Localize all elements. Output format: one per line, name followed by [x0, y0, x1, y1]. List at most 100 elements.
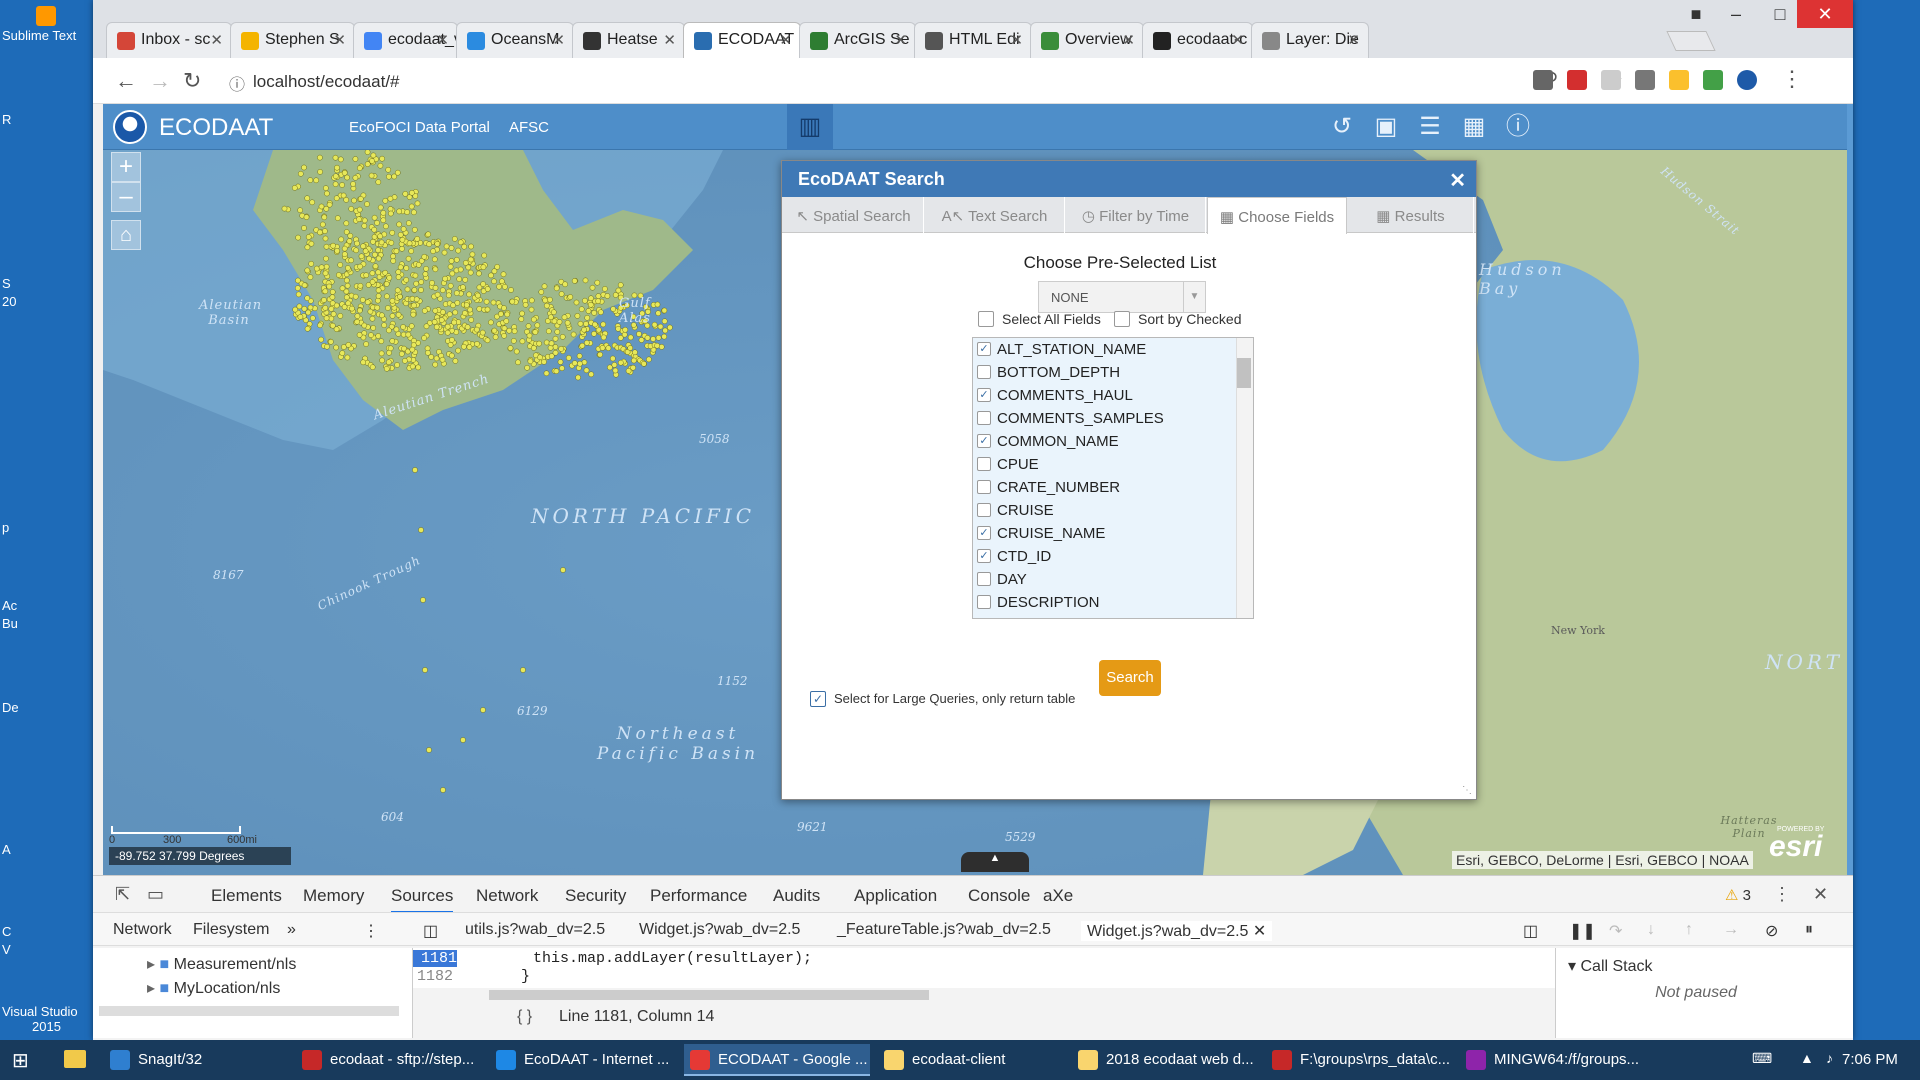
horizontal-scrollbar[interactable] [99, 1006, 399, 1016]
tab-close-icon[interactable]: ✕ [552, 31, 565, 49]
browser-tab[interactable]: ArcGIS Se ✕ [799, 22, 916, 58]
desktop-icon-p[interactable]: p [2, 520, 97, 535]
devtools-close-icon[interactable]: ✕ [1813, 884, 1828, 905]
zoom-out-button[interactable]: – [111, 182, 141, 212]
large-query-checkbox[interactable]: ✓ [810, 691, 826, 707]
file-tab[interactable]: _FeatureTable.js?wab_dv=2.5 [837, 921, 1051, 939]
reload-icon[interactable]: ↻ [183, 68, 201, 94]
tab-close-icon[interactable]: ✕ [894, 31, 907, 49]
attribute-table-toggle[interactable]: ▲ [961, 852, 1029, 872]
window-close-button[interactable]: ✕ [1797, 0, 1853, 28]
field-checkbox[interactable] [977, 595, 991, 609]
tree-item[interactable]: ▸ ■ MyLocation/nls [147, 978, 280, 998]
extension-icon[interactable] [1669, 70, 1689, 90]
devtools-tab[interactable]: Sources [391, 886, 454, 914]
browser-tab[interactable]: Heatse ✕ [572, 22, 685, 58]
layers-icon[interactable]: ☰ [1415, 112, 1445, 142]
field-list-item[interactable]: CPUE [973, 453, 1235, 476]
file-tab[interactable]: Widget.js?wab_dv=2.5 [639, 921, 800, 939]
taskbar-item[interactable]: EcoDAAT - Internet ... [490, 1044, 676, 1076]
forward-icon[interactable]: → [149, 68, 171, 94]
field-checkbox[interactable] [977, 503, 991, 517]
desktop-icon-c[interactable]: C [2, 924, 97, 939]
visual-studio-desktop-icon[interactable]: Visual Studio 2015 [2, 1004, 97, 1034]
address-bar[interactable]: ⓘ localhost/ecodaat/# ⚲ ⚲ ☆ [219, 64, 1639, 98]
field-list-item[interactable]: BOTTOM_DEPTH [973, 361, 1235, 384]
info-icon[interactable]: ⓘ [229, 71, 245, 95]
devtools-tab[interactable]: Memory [303, 886, 364, 906]
devtools-tab[interactable]: aXe [1043, 886, 1073, 906]
dialog-close-icon[interactable]: ✕ [1449, 168, 1466, 193]
tab-close-icon[interactable]: ✕ [1010, 31, 1023, 49]
browser-tab[interactable]: ecodaat_v ✕ [353, 22, 458, 58]
sort-by-checked-checkbox[interactable] [1114, 311, 1130, 327]
taskbar-item[interactable]: 2018 ecodaat web d... [1072, 1044, 1258, 1076]
close-icon[interactable]: ✕ [1253, 923, 1266, 940]
home-button[interactable]: ⌂ [111, 220, 141, 250]
field-list-item[interactable]: ✓ COMMENTS_HAUL [973, 384, 1235, 407]
extension-icon[interactable] [1635, 70, 1655, 90]
tray-arrow-icon[interactable]: ▲ [1800, 1050, 1814, 1066]
pause-icon[interactable]: ❚❚ [1569, 921, 1596, 941]
field-list-item[interactable]: ✓ CTD_ID [973, 545, 1235, 568]
more-options-icon[interactable]: ⋮ [363, 921, 379, 941]
taskbar-item[interactable]: F:\groups\rps_data\c... [1266, 1044, 1452, 1076]
field-list-item[interactable]: ✓ ALT_STATION_NAME [973, 338, 1235, 361]
field-list-item[interactable]: COMMENTS_SAMPLES [973, 407, 1235, 430]
toggle-debugger-icon[interactable]: ◫ [1523, 921, 1538, 941]
devtools-tab[interactable]: Application [854, 886, 937, 906]
url-text[interactable]: localhost/ecodaat/# [253, 72, 400, 92]
code-line[interactable]: this.map.addLayer(resultLayer); [533, 950, 812, 967]
tab-close-icon[interactable]: ✕ [210, 31, 223, 49]
desktop-icon-v[interactable]: V [2, 942, 97, 957]
field-checkbox[interactable] [977, 365, 991, 379]
browser-tab[interactable]: ECODAAT ✕ [683, 22, 801, 58]
tab-close-icon[interactable]: ✕ [779, 31, 792, 49]
sublime-text-desktop-icon[interactable]: Sublime Text [2, 6, 97, 43]
browser-tab[interactable]: ecodaat-c ✕ [1142, 22, 1253, 58]
tab-close-icon[interactable]: ✕ [1231, 31, 1244, 49]
desktop-icon-ac[interactable]: Ac [2, 598, 97, 613]
tab-close-icon[interactable]: ✕ [1347, 31, 1360, 49]
afsc-link[interactable]: AFSC [509, 119, 549, 136]
browser-tab[interactable]: HTML Edi ✕ [914, 22, 1032, 58]
taskbar-item[interactable]: SnagIt/32 [104, 1044, 290, 1076]
browser-tab[interactable]: Inbox - sc ✕ [106, 22, 232, 58]
field-checkbox[interactable] [977, 480, 991, 494]
tab-close-icon[interactable]: ✕ [663, 31, 676, 49]
select-all-checkbox[interactable] [978, 311, 994, 327]
cors-extension-icon[interactable] [1567, 70, 1587, 90]
field-checkbox[interactable] [977, 572, 991, 586]
field-checkbox[interactable]: ✓ [977, 549, 991, 563]
field-list[interactable]: ✓ ALT_STATION_NAME BOTTOM_DEPTH ✓ COMMENTS_H… [972, 337, 1254, 619]
nav-tab-network[interactable]: Network [113, 921, 172, 939]
browser-tab[interactable]: OceansM ✕ [456, 22, 574, 58]
pause-exceptions-icon[interactable]: ⏸ [1805, 921, 1813, 939]
menu-icon[interactable]: ⋮ [1781, 66, 1803, 92]
pretty-print-icon[interactable]: { } [517, 1008, 532, 1026]
browser-tab[interactable]: Layer: Die ✕ [1251, 22, 1369, 58]
field-list-item[interactable]: CRUISE [973, 499, 1235, 522]
call-stack-header[interactable]: ▾ Call Stack [1568, 956, 1653, 976]
extension-icon[interactable] [1703, 70, 1723, 90]
extension-icon[interactable] [1737, 70, 1757, 90]
tab-filter-by-time[interactable]: ◷ Filter by Time [1066, 197, 1206, 233]
file-tab-active[interactable]: Widget.js?wab_dv=2.5 ✕ [1081, 921, 1273, 941]
keyboard-icon[interactable]: ⌨ [1752, 1050, 1772, 1067]
nav-tab-filesystem[interactable]: Filesystem [193, 921, 269, 939]
field-checkbox[interactable] [977, 457, 991, 471]
field-checkbox[interactable]: ✓ [977, 342, 991, 356]
code-horizontal-scrollbar[interactable] [489, 990, 929, 1000]
grid-icon[interactable]: ▦ [1459, 112, 1489, 142]
scrollbar-thumb[interactable] [1237, 358, 1251, 388]
desktop-icon-bu[interactable]: Bu [2, 616, 97, 631]
devtools-tab[interactable]: Console [968, 886, 1030, 906]
field-checkbox[interactable] [977, 411, 991, 425]
back-icon[interactable]: ← [115, 68, 137, 94]
step-icon[interactable]: → [1723, 921, 1739, 939]
step-over-icon[interactable]: ↷ [1609, 921, 1622, 941]
extension-icon[interactable] [1601, 70, 1621, 90]
toggle-navigator-icon[interactable]: ◫ [423, 921, 438, 941]
minimize-button[interactable]: – [1713, 0, 1759, 28]
field-list-item[interactable]: ✓ COMMON_NAME [973, 430, 1235, 453]
